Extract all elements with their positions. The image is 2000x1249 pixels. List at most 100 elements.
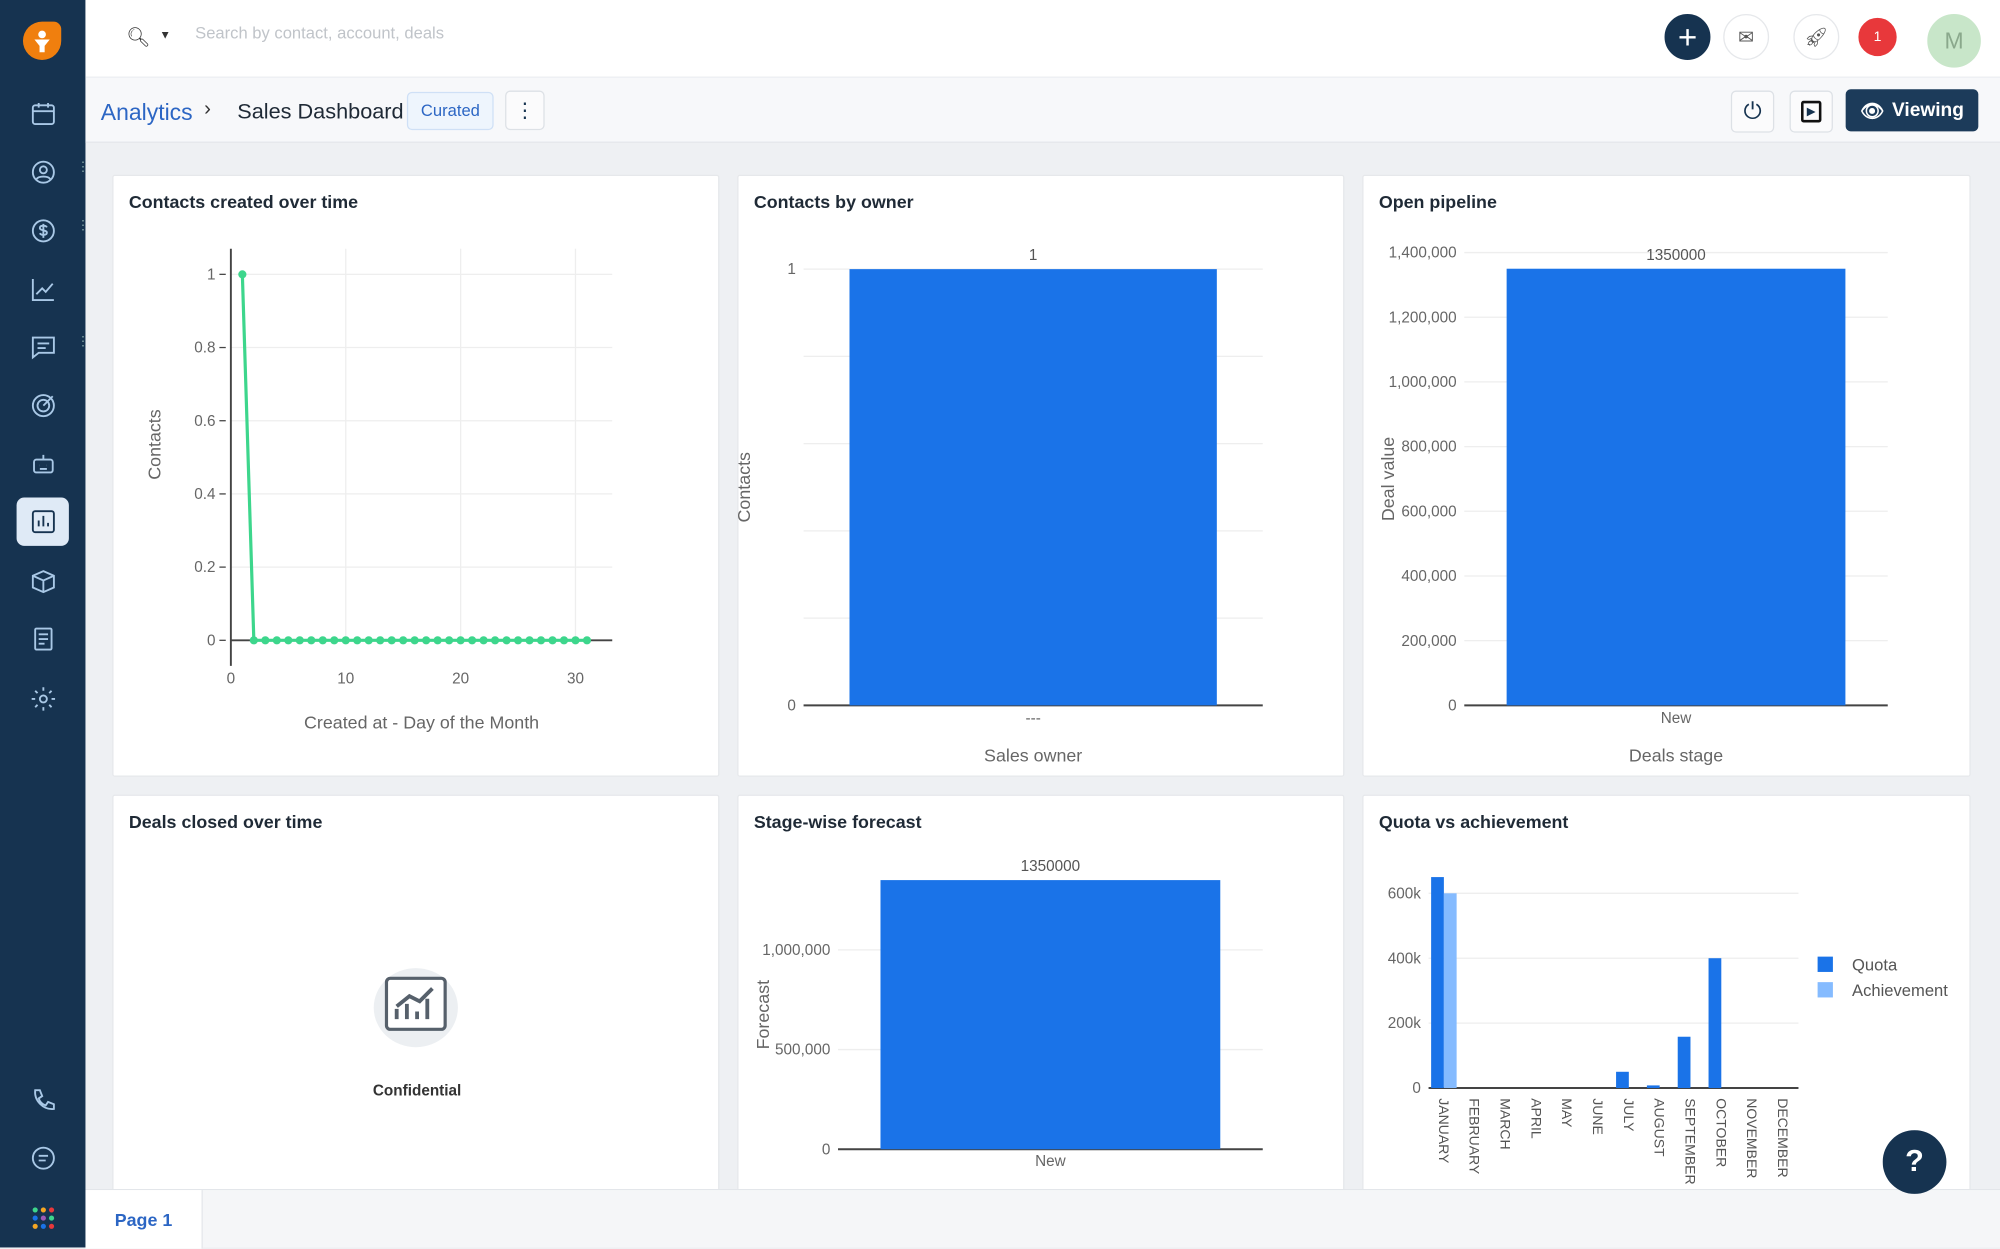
bar-quota bbox=[1616, 1071, 1629, 1089]
y-tick-label: 400k bbox=[1388, 950, 1422, 967]
y-tick-label: 600k bbox=[1388, 885, 1422, 902]
bar-data-label: 1 bbox=[1029, 247, 1038, 264]
x-axis-title: Sales owner bbox=[984, 745, 1082, 765]
y-tick-label: 0.2 bbox=[194, 559, 215, 576]
x-tick-label: MARCH bbox=[1498, 1098, 1514, 1149]
x-tick-label: New bbox=[1661, 710, 1693, 727]
y-tick-label: 1,400,000 bbox=[1389, 245, 1457, 262]
charts-layer: 0 0.2 0.4 0.6 0.8 1 Contacts Created at - Day o… bbox=[145, 245, 1949, 1185]
data-point bbox=[490, 636, 500, 645]
data-point bbox=[261, 636, 270, 645]
data-point bbox=[341, 636, 350, 645]
x-tick-label: 20 bbox=[452, 671, 469, 688]
y-axis-title: Deal value bbox=[1378, 437, 1398, 521]
bar-quota bbox=[1677, 1036, 1691, 1089]
y-tick-label: 1 bbox=[207, 266, 216, 283]
y-tick-label: 500,000 bbox=[775, 1042, 830, 1059]
help-button[interactable]: ? bbox=[1882, 1130, 1947, 1194]
page-tabs-bar: Page 1 bbox=[85, 1188, 2000, 1249]
x-tick-label: OCTOBER bbox=[1713, 1098, 1729, 1167]
data-point bbox=[318, 636, 327, 645]
x-tick-label: 10 bbox=[337, 671, 354, 688]
legend-label: Achievement bbox=[1852, 981, 1948, 1000]
data-point bbox=[353, 636, 362, 645]
y-tick-label: 1 bbox=[787, 261, 796, 278]
y-axis-title: Forecast bbox=[753, 980, 773, 1049]
data-point bbox=[422, 636, 431, 645]
legend-swatch bbox=[1817, 982, 1833, 998]
y-axis-title: Contacts bbox=[734, 452, 754, 522]
y-tick-label: 800,000 bbox=[1401, 439, 1456, 456]
x-tick-label: MAY bbox=[1559, 1098, 1575, 1128]
y-tick-label: 0 bbox=[787, 697, 796, 714]
data-point bbox=[582, 636, 592, 645]
bar-quota bbox=[1708, 958, 1722, 1089]
bar-data-label: 1350000 bbox=[1021, 858, 1081, 875]
y-tick-label: 0.8 bbox=[194, 340, 215, 357]
legend-label: Quota bbox=[1852, 956, 1898, 975]
x-tick-label: JUNE bbox=[1590, 1098, 1606, 1135]
bar bbox=[1506, 268, 1846, 706]
y-tick-label: 1,000,000 bbox=[762, 942, 830, 959]
bar bbox=[849, 269, 1217, 706]
y-tick-label: 0 bbox=[207, 632, 216, 649]
data-point bbox=[456, 636, 465, 645]
tab-page-1[interactable]: Page 1 bbox=[85, 1190, 203, 1249]
data-point bbox=[513, 636, 523, 645]
data-point bbox=[410, 636, 419, 645]
x-axis-title: Created at - Day of the Month bbox=[304, 712, 539, 732]
data-point bbox=[330, 636, 339, 645]
bar-achievement bbox=[1443, 893, 1457, 1089]
data-point bbox=[548, 636, 557, 645]
y-tick-label: 0.6 bbox=[194, 413, 215, 430]
x-tick-label: FEBRUARY bbox=[1467, 1098, 1483, 1175]
data-point bbox=[536, 636, 546, 645]
series-line bbox=[240, 274, 587, 642]
x-tick-label: DECEMBER bbox=[1775, 1098, 1791, 1177]
data-point bbox=[284, 636, 293, 645]
data-point bbox=[295, 636, 304, 645]
x-tick-label: New bbox=[1035, 1153, 1067, 1170]
x-tick-label: NOVEMBER bbox=[1744, 1098, 1760, 1178]
data-point bbox=[479, 636, 488, 645]
data-point bbox=[307, 636, 316, 645]
y-tick-label: 0 bbox=[822, 1141, 831, 1158]
y-tick-label: 0 bbox=[1448, 697, 1457, 714]
legend-swatch bbox=[1817, 956, 1833, 972]
data-point bbox=[571, 636, 580, 645]
data-point bbox=[502, 636, 511, 645]
data-point bbox=[376, 636, 385, 645]
x-tick-label: SEPTEMBER bbox=[1682, 1098, 1698, 1184]
x-tick-label: 30 bbox=[567, 671, 584, 688]
bar-quota bbox=[1431, 877, 1444, 1089]
data-point bbox=[433, 636, 442, 645]
data-point bbox=[272, 636, 281, 645]
y-tick-label: 600,000 bbox=[1401, 503, 1456, 520]
y-tick-label: 200,000 bbox=[1401, 633, 1456, 650]
x-tick-label: --- bbox=[1026, 710, 1041, 727]
data-point bbox=[525, 636, 534, 645]
x-tick-label: JANUARY bbox=[1436, 1098, 1452, 1164]
y-tick-label: 1,200,000 bbox=[1389, 309, 1457, 326]
bar-data-label: 1350000 bbox=[1646, 247, 1706, 264]
y-tick-label: 200k bbox=[1388, 1015, 1422, 1032]
y-axis-title: Contacts bbox=[145, 409, 165, 479]
bar bbox=[880, 880, 1221, 1150]
data-point bbox=[399, 636, 408, 645]
x-tick-label: APRIL bbox=[1528, 1098, 1544, 1139]
data-point bbox=[387, 636, 396, 645]
y-tick-label: 0 bbox=[1412, 1080, 1421, 1097]
x-tick-label: JULY bbox=[1621, 1098, 1637, 1132]
bar-quota bbox=[1646, 1085, 1660, 1089]
data-point bbox=[468, 636, 477, 645]
data-point bbox=[249, 636, 258, 645]
help-icon: ? bbox=[1905, 1144, 1924, 1179]
data-point bbox=[445, 636, 454, 645]
y-tick-label: 0.4 bbox=[194, 486, 216, 503]
x-axis-title: Deals stage bbox=[1629, 745, 1723, 765]
y-tick-label: 400,000 bbox=[1401, 568, 1456, 585]
x-tick-label: AUGUST bbox=[1652, 1098, 1668, 1157]
x-tick-label: 0 bbox=[227, 671, 236, 688]
data-point bbox=[238, 270, 247, 279]
data-point bbox=[559, 636, 569, 645]
